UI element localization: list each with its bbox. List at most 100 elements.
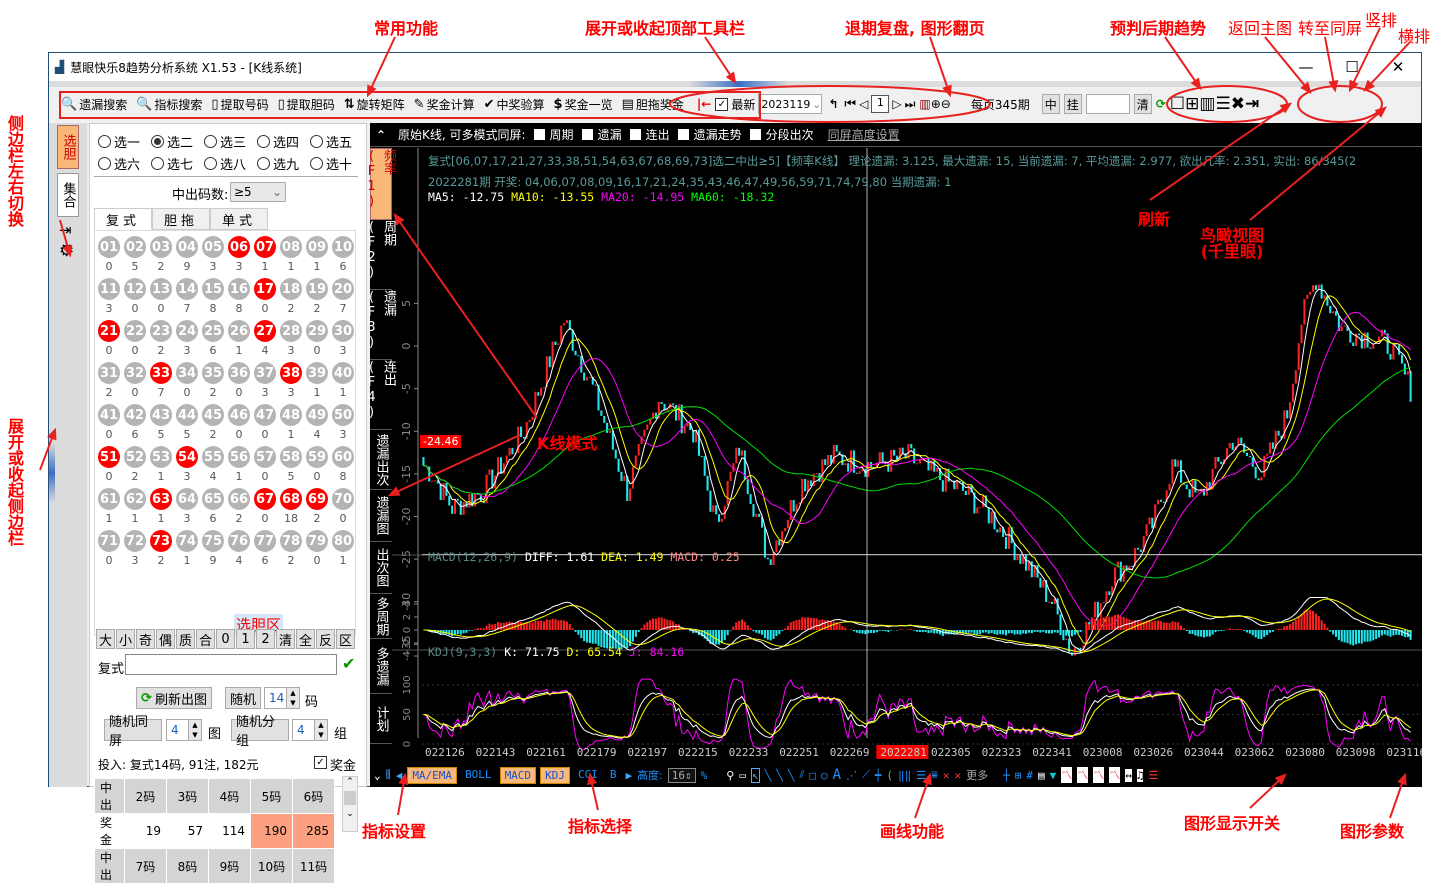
- number-ball-74[interactable]: 74: [176, 530, 198, 552]
- gear-icon[interactable]: ⚙: [59, 241, 74, 261]
- chart-canvas[interactable]: 50-5-10-15-20-25-30-35420-2-410050002212…: [392, 148, 1422, 763]
- indicator-button-b[interactable]: B: [606, 767, 621, 784]
- pick-mode-radio-1[interactable]: 选二: [151, 132, 193, 151]
- pick-mode-radio-8[interactable]: 选九: [257, 154, 299, 173]
- number-ball-32[interactable]: 32: [124, 362, 146, 384]
- chart-tab-3[interactable]: 连出(F4): [370, 360, 392, 430]
- number-ball-14[interactable]: 14: [176, 278, 198, 300]
- number-ball-39[interactable]: 39: [306, 362, 328, 384]
- indicator-button-cci[interactable]: CCI: [574, 767, 602, 784]
- delete-tool-icon[interactable]: ✕: [943, 769, 950, 782]
- chart-toggle-4-icon[interactable]: 〽: [1109, 767, 1120, 783]
- number-ball-15[interactable]: 15: [202, 278, 224, 300]
- number-ball-24[interactable]: 24: [176, 320, 198, 342]
- cross-tool-icon[interactable]: ┿: [875, 769, 882, 782]
- number-ball-56[interactable]: 56: [228, 446, 250, 468]
- number-ball-79[interactable]: 79: [306, 530, 328, 552]
- magnifier-icon[interactable]: ⚲: [726, 769, 734, 782]
- percent-icon[interactable]: %: [701, 769, 708, 782]
- gann-tool-icon[interactable]: ⟋: [862, 768, 870, 782]
- number-ball-46[interactable]: 46: [228, 404, 250, 426]
- horizontal-layout-icon[interactable]: ☰: [1215, 94, 1230, 114]
- toolbar-button-0[interactable]: 🔍遗漏搜索: [61, 96, 127, 113]
- number-ball-7[interactable]: 07: [254, 236, 276, 258]
- level-tool-icon[interactable]: ☰: [916, 769, 926, 782]
- number-ball-36[interactable]: 36: [228, 362, 250, 384]
- mode-tab-1[interactable]: 胆拖: [152, 208, 210, 230]
- filter-button-6[interactable]: 0: [216, 629, 235, 649]
- number-ball-34[interactable]: 34: [176, 362, 198, 384]
- mode-checkbox-3[interactable]: 遗漏走势: [670, 126, 742, 143]
- number-ball-51[interactable]: 51: [98, 446, 120, 468]
- number-ball-11[interactable]: 11: [98, 278, 120, 300]
- mode-checkbox-1[interactable]: 遗漏: [574, 126, 622, 143]
- toolbar-button-5[interactable]: ✎奖金计算: [414, 96, 475, 113]
- number-ball-16[interactable]: 16: [228, 278, 250, 300]
- number-ball-72[interactable]: 72: [124, 530, 146, 552]
- chart-tab-1[interactable]: 周期(F2): [370, 220, 392, 290]
- number-ball-31[interactable]: 31: [98, 362, 120, 384]
- random-group-button[interactable]: 随机分组: [231, 719, 289, 741]
- info-toggle-icon[interactable]: ▤: [1038, 769, 1045, 782]
- filter-button-1[interactable]: 小: [116, 629, 135, 649]
- height-setting-link[interactable]: 同屏高度设置: [828, 126, 900, 143]
- number-ball-44[interactable]: 44: [176, 404, 198, 426]
- number-ball-22[interactable]: 22: [124, 320, 146, 342]
- scroll-right-icon[interactable]: ▶: [625, 769, 632, 782]
- number-ball-40[interactable]: 40: [332, 362, 354, 384]
- fan-tool-icon[interactable]: ⋰: [846, 769, 857, 782]
- chart-tab-7[interactable]: 多周期: [370, 594, 392, 639]
- filter-button-8[interactable]: 2: [256, 629, 275, 649]
- mode-tab-0[interactable]: 复式: [94, 208, 152, 230]
- zoom-out-icon[interactable]: ⊖: [941, 97, 951, 111]
- sidebar-tab-set[interactable]: 集合: [57, 173, 79, 217]
- pick-mode-radio-4[interactable]: 选五: [310, 132, 352, 151]
- number-ball-6[interactable]: 06: [228, 236, 250, 258]
- fushi-input[interactable]: [125, 654, 337, 675]
- number-ball-64[interactable]: 64: [176, 488, 198, 510]
- chart-tab-6[interactable]: 出次图: [370, 542, 392, 594]
- number-ball-26[interactable]: 26: [228, 320, 250, 342]
- number-ball-35[interactable]: 35: [202, 362, 224, 384]
- fast-forward-icon[interactable]: ⏭: [905, 97, 916, 112]
- random-button[interactable]: 随机: [225, 687, 261, 709]
- number-ball-68[interactable]: 68: [280, 488, 302, 510]
- indicator-button-boll[interactable]: BOLL: [461, 767, 496, 784]
- sidebar-collapse-handle[interactable]: [49, 443, 55, 503]
- chart-tab-0[interactable]: 频率(F1): [370, 148, 392, 220]
- number-ball-29[interactable]: 29: [306, 320, 328, 342]
- number-ball-49[interactable]: 49: [306, 404, 328, 426]
- filter-button-9[interactable]: 清: [276, 629, 295, 649]
- chart-toggle-5-icon[interactable]: ↔: [1125, 769, 1132, 782]
- number-ball-53[interactable]: 53: [150, 446, 172, 468]
- collapse-down-icon[interactable]: ⌄: [374, 769, 381, 782]
- number-ball-21[interactable]: 21: [98, 320, 120, 342]
- text-tool-icon[interactable]: A: [833, 767, 841, 783]
- refresh-chart-button[interactable]: ⟳刷新出图: [136, 687, 212, 709]
- number-ball-13[interactable]: 13: [150, 278, 172, 300]
- chart-toggle-3-icon[interactable]: 〽: [1093, 767, 1104, 783]
- mode-tab-2[interactable]: 单式: [210, 208, 268, 230]
- zoom-in-icon[interactable]: ⊕: [931, 97, 941, 111]
- number-ball-62[interactable]: 62: [124, 488, 146, 510]
- number-ball-10[interactable]: 10: [332, 236, 354, 258]
- number-ball-65[interactable]: 65: [202, 488, 224, 510]
- number-ball-58[interactable]: 58: [280, 446, 302, 468]
- vertical-layout-icon[interactable]: ▥: [1199, 94, 1215, 114]
- number-ball-23[interactable]: 23: [150, 320, 172, 342]
- number-ball-75[interactable]: 75: [202, 530, 224, 552]
- pick-mode-radio-0[interactable]: 选一: [98, 132, 140, 151]
- scroll-left-icon[interactable]: ◀: [396, 769, 403, 782]
- number-ball-41[interactable]: 41: [98, 404, 120, 426]
- gua-button[interactable]: 挂: [1064, 94, 1082, 114]
- number-ball-71[interactable]: 71: [98, 530, 120, 552]
- chart-tab-4[interactable]: 遗漏出次: [370, 430, 392, 490]
- chart-toggle-6-icon[interactable]: ♫: [1137, 769, 1144, 782]
- confirm-check-icon[interactable]: ✔: [342, 654, 355, 673]
- pick-mode-radio-9[interactable]: 选十: [310, 154, 352, 173]
- ruler-icon[interactable]: ▭: [739, 769, 746, 782]
- number-ball-9[interactable]: 09: [306, 236, 328, 258]
- clear-button[interactable]: 清: [1134, 94, 1152, 114]
- bar-width-icon[interactable]: ▥: [919, 97, 930, 111]
- number-ball-69[interactable]: 69: [306, 488, 328, 510]
